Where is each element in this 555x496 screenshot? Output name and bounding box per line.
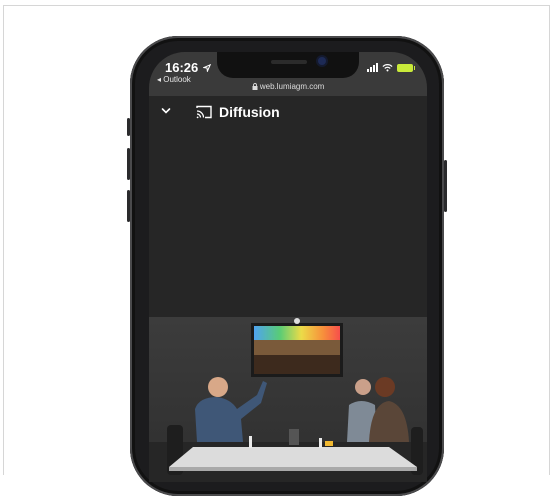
- url-bar[interactable]: web.lumiagm.com: [149, 82, 427, 91]
- wifi-icon: [382, 64, 393, 72]
- volume-down-button: [127, 190, 130, 222]
- page-header: Diffusion: [149, 96, 427, 132]
- chevron-down-icon[interactable]: [161, 106, 171, 116]
- cast-icon: [196, 105, 212, 119]
- phone-screen: 16:26 ◂ Outlook web.lumiagm.com Diffusio…: [149, 52, 427, 482]
- status-icons: [367, 63, 415, 72]
- speaker-grille: [271, 60, 307, 64]
- mute-switch: [127, 118, 130, 136]
- signal-icon: [367, 63, 378, 72]
- lock-icon: [252, 83, 258, 90]
- status-time: 16:26: [165, 60, 212, 75]
- page-title: Diffusion: [219, 104, 280, 120]
- video-player[interactable]: [149, 317, 427, 482]
- power-button: [444, 160, 447, 212]
- url-text: web.lumiagm.com: [259, 82, 325, 91]
- front-camera: [318, 57, 326, 65]
- location-arrow-icon: [201, 63, 212, 74]
- battery-icon: [397, 63, 415, 72]
- volume-up-button: [127, 148, 130, 180]
- phone-notch: [217, 52, 359, 78]
